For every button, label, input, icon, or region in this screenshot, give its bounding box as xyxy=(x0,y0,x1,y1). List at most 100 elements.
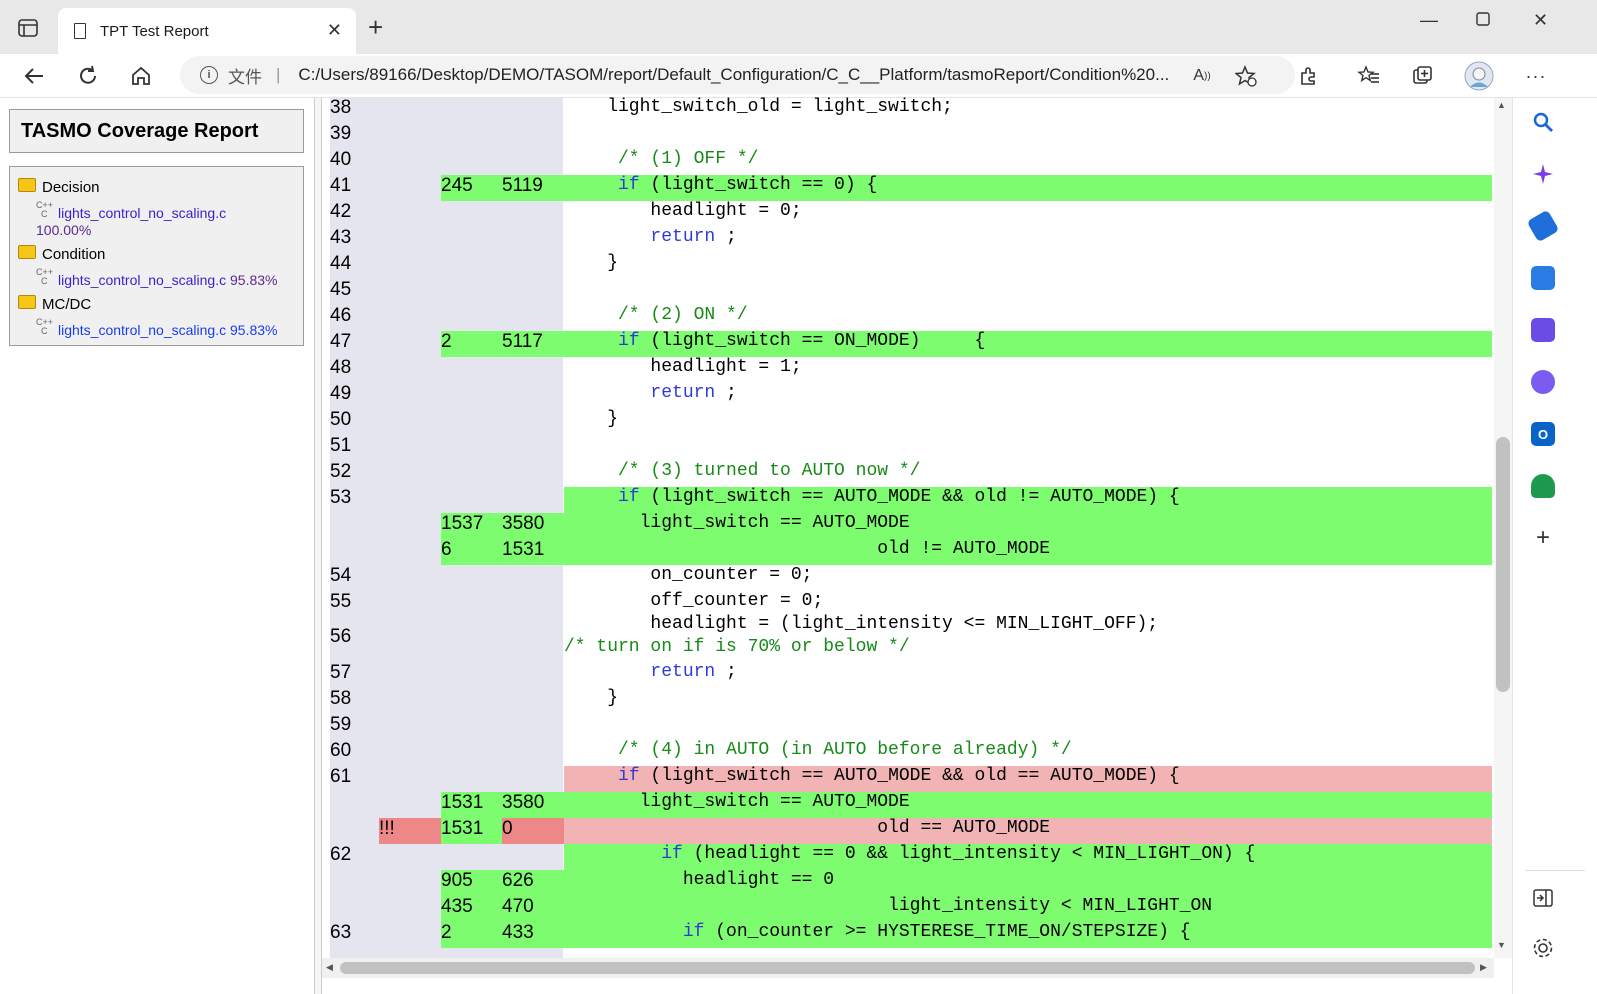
home-icon[interactable] xyxy=(125,60,157,92)
hide-sidebar-icon[interactable] xyxy=(1531,886,1555,910)
code-line: 53 if (light_switch == AUTO_MODE && old … xyxy=(330,487,1492,513)
scroll-right-icon[interactable]: ▶ xyxy=(1480,962,1487,973)
games-icon[interactable] xyxy=(1531,318,1555,342)
condition-row: !!! 1531 0 old == AUTO_MODE xyxy=(330,818,1492,844)
line-number: 41 xyxy=(330,175,352,196)
profile-avatar-icon[interactable] xyxy=(1463,60,1495,92)
code-comment: /* (1) OFF */ xyxy=(564,149,759,169)
favorites-icon[interactable] xyxy=(1353,60,1385,92)
c-file-icon: C++ C xyxy=(36,267,54,286)
search-icon[interactable] xyxy=(1531,110,1555,134)
code-text: return ; xyxy=(564,662,1492,688)
code-line: 42 headlight = 0; xyxy=(330,201,1492,227)
code-text: headlight = 1; xyxy=(564,357,802,377)
file-link[interactable]: lights_control_no_scaling.c xyxy=(58,205,226,221)
c-file-icon: C++ C xyxy=(36,317,54,336)
coverage-percent: 95.83% xyxy=(230,322,278,338)
scroll-left-icon[interactable]: ◀ xyxy=(326,962,333,973)
true-count: 2 xyxy=(441,331,502,357)
tab-actions-icon[interactable] xyxy=(14,14,42,42)
shopping-tag-icon[interactable] xyxy=(1526,209,1560,243)
code-rest: ; xyxy=(715,662,737,682)
report-navigation-pane: TASMO Coverage Report Decision C++ C lig… xyxy=(0,98,314,994)
collections-icon[interactable] xyxy=(1407,60,1439,92)
false-count: 3580 xyxy=(502,513,564,539)
copilot-sparkle-icon[interactable] xyxy=(1531,162,1555,186)
tree-folder-mcdc[interactable]: MC/DC xyxy=(18,294,91,313)
close-window-icon[interactable]: ✕ xyxy=(1533,10,1548,31)
scroll-up-icon[interactable]: ▲ xyxy=(1497,100,1506,110)
outlook-icon[interactable]: O xyxy=(1531,422,1555,446)
refresh-icon[interactable] xyxy=(72,60,104,92)
condition-row: 6 1531 old != AUTO_MODE xyxy=(330,539,1492,565)
add-sidebar-app-icon[interactable]: + xyxy=(1531,524,1555,551)
line-number: 51 xyxy=(330,435,352,456)
close-tab-icon[interactable]: ✕ xyxy=(327,20,342,41)
tools-briefcase-icon[interactable] xyxy=(1531,266,1555,290)
code-line: 39 xyxy=(330,123,1492,149)
url-text[interactable]: C:/Users/89166/Desktop/DEMO/TASOM/report… xyxy=(298,65,1169,85)
minimize-icon[interactable]: ― xyxy=(1420,10,1438,31)
true-count: 245 xyxy=(441,175,502,201)
tree-folder-decision[interactable]: Decision xyxy=(18,177,100,196)
condition-text: headlight == 0 xyxy=(564,870,1492,896)
true-count: 905 xyxy=(441,870,502,896)
true-count: 1537 xyxy=(441,513,502,539)
vertical-scroll-thumb[interactable] xyxy=(1496,437,1510,692)
file-link[interactable]: lights_control_no_scaling.c xyxy=(58,322,226,338)
add-favorite-icon[interactable] xyxy=(1230,60,1262,92)
line-number: 59 xyxy=(330,714,352,735)
tree-file-decision[interactable]: lights_control_no_scaling.c xyxy=(58,205,226,221)
folder-icon xyxy=(18,244,36,259)
new-tab-icon[interactable]: + xyxy=(368,12,383,43)
horizontal-scroll-thumb[interactable] xyxy=(340,962,1475,974)
folder-icon xyxy=(18,177,36,192)
keyword: if xyxy=(682,922,705,942)
line-number: 60 xyxy=(330,740,352,761)
back-icon[interactable] xyxy=(18,60,50,92)
code-line: 45 xyxy=(330,279,1492,305)
code-line: 49 return ; xyxy=(330,383,1492,409)
maximize-icon[interactable] xyxy=(1476,10,1490,31)
code-line: 59 xyxy=(330,714,1492,740)
tree-folder-condition[interactable]: Condition xyxy=(18,244,106,263)
scroll-down-icon[interactable]: ▼ xyxy=(1497,940,1506,950)
microsoft365-icon[interactable] xyxy=(1531,370,1555,394)
address-bar[interactable]: i 文件 | C:/Users/89166/Desktop/DEMO/TASOM… xyxy=(180,56,1295,94)
code-text: if (light_switch == AUTO_MODE && old == … xyxy=(564,766,1492,792)
code-rest: (headlight == 0 && light_intensity < MIN… xyxy=(682,844,1256,864)
address-scheme-label: 文件 xyxy=(228,67,262,87)
condition-text: old != AUTO_MODE xyxy=(564,539,1492,565)
keyword: return xyxy=(650,662,716,682)
code-line: 52 /* (3) turned to AUTO now */ xyxy=(330,461,1492,487)
more-options-icon[interactable]: ··· xyxy=(1520,60,1552,92)
code-text: if (light_switch == ON_MODE) { xyxy=(564,331,1492,357)
pane-splitter[interactable] xyxy=(314,98,322,994)
line-number: 62 xyxy=(330,844,352,865)
code-rest: ; xyxy=(715,227,737,247)
keyword: if xyxy=(618,331,640,351)
line-number: 43 xyxy=(330,227,352,248)
folder-icon xyxy=(18,294,36,309)
tree-file-mcdc[interactable]: lights_control_no_scaling.c 95.83% xyxy=(58,322,277,338)
code-text: } xyxy=(564,688,619,708)
browser-tab[interactable]: TPT Test Report ✕ xyxy=(58,8,356,54)
read-aloud-icon[interactable]: A)) xyxy=(1186,60,1218,92)
extensions-icon[interactable] xyxy=(1293,60,1325,92)
line-number: 49 xyxy=(330,383,352,404)
drop-tree-icon[interactable] xyxy=(1531,474,1555,498)
tree-file-condition[interactable]: lights_control_no_scaling.c 95.83% xyxy=(58,272,277,288)
code-comment: /* turn on if is 70% or below */ xyxy=(564,637,910,657)
false-count: 433 xyxy=(502,922,564,948)
settings-gear-icon[interactable] xyxy=(1531,936,1555,960)
info-icon[interactable]: i xyxy=(200,66,218,84)
file-link[interactable]: lights_control_no_scaling.c xyxy=(58,272,226,288)
coverage-tree: Decision C++ C lights_control_no_scaling… xyxy=(9,166,304,346)
folder-label: Condition xyxy=(42,246,106,263)
false-count: 626 xyxy=(502,870,564,896)
browser-sidebar: O + xyxy=(1512,98,1597,994)
false-count: 1531 xyxy=(502,539,564,565)
